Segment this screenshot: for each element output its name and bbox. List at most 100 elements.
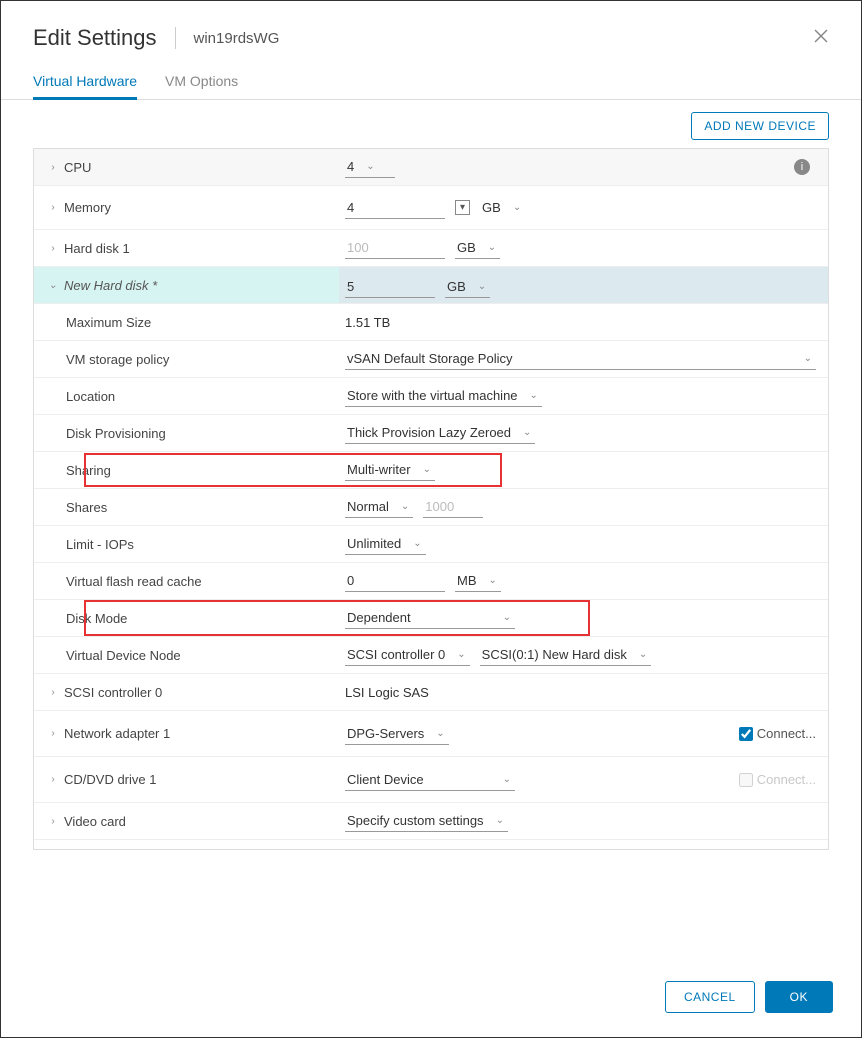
chevron-right-icon[interactable]: › <box>46 687 60 698</box>
shares-label: Shares <box>66 500 107 515</box>
row-sharing: Sharing Multi-writer⌄ <box>34 452 828 489</box>
row-hard-disk-1: › Hard disk 1 GB⌄ <box>34 230 828 267</box>
row-shares: Shares Normal⌄ <box>34 489 828 526</box>
chevron-right-icon[interactable]: › <box>46 162 60 173</box>
limit-select[interactable]: Unlimited⌄ <box>345 533 426 555</box>
chevron-down-icon: ⌄ <box>478 281 486 292</box>
close-icon[interactable] <box>813 28 829 49</box>
add-new-device-button[interactable]: ADD NEW DEVICE <box>691 112 829 140</box>
chevron-right-icon[interactable]: › <box>46 728 60 739</box>
cpu-label: CPU <box>64 160 91 175</box>
row-disk-mode: Disk Mode Dependent⌄ <box>34 600 828 637</box>
vdn-slot-select[interactable]: SCSI(0:1) New Hard disk⌄ <box>480 644 652 666</box>
sharing-select[interactable]: Multi-writer⌄ <box>345 459 435 481</box>
chevron-down-icon: ⌄ <box>513 202 521 213</box>
tab-virtual-hardware[interactable]: Virtual Hardware <box>33 63 137 100</box>
chevron-down-icon: ⌄ <box>366 161 374 172</box>
row-cd-dvd: › CD/DVD drive 1 Client Device⌄ Connect..… <box>34 757 828 803</box>
dialog-footer: CANCEL OK <box>1 963 861 1037</box>
chevron-down-icon: ⌄ <box>523 427 531 438</box>
row-disk-provisioning: Disk Provisioning Thick Provision Lazy Z… <box>34 415 828 452</box>
row-cpu: › CPU 4⌄ i <box>34 149 828 186</box>
row-location: Location Store with the virtual machine⌄ <box>34 378 828 415</box>
hd1-unit-select[interactable]: GB⌄ <box>455 237 500 259</box>
chevron-down-icon: ⌄ <box>457 649 465 660</box>
chevron-right-icon[interactable]: › <box>46 243 60 254</box>
row-flash-cache: Virtual flash read cache MB⌄ <box>34 563 828 600</box>
max-size-value: 1.51 TB <box>345 315 390 330</box>
cancel-button[interactable]: CANCEL <box>665 981 755 1013</box>
tab-vm-options[interactable]: VM Options <box>165 63 238 99</box>
chevron-down-icon: ⌄ <box>496 815 504 826</box>
cpu-select[interactable]: 4⌄ <box>345 156 395 178</box>
header-divider <box>175 27 176 49</box>
info-icon[interactable]: i <box>794 159 810 175</box>
cd-connect-checkbox <box>739 773 753 787</box>
dialog-title: Edit Settings <box>33 25 157 51</box>
chevron-down-icon: ⌄ <box>530 390 538 401</box>
toolbar: ADD NEW DEVICE <box>1 100 861 148</box>
sharing-label: Sharing <box>66 463 111 478</box>
ok-button[interactable]: OK <box>765 981 833 1013</box>
memory-label: Memory <box>64 200 111 215</box>
max-size-label: Maximum Size <box>66 315 151 330</box>
new-hd-label: New Hard disk * <box>64 278 157 293</box>
shares-select[interactable]: Normal⌄ <box>345 496 413 518</box>
row-memory: › Memory ▾ GB⌄ <box>34 186 828 230</box>
row-storage-policy: VM storage policy vSAN Default Storage P… <box>34 341 828 378</box>
new-hd-size-input[interactable] <box>345 276 435 298</box>
hd1-label: Hard disk 1 <box>64 241 130 256</box>
storage-policy-select[interactable]: vSAN Default Storage Policy⌄ <box>345 348 816 370</box>
location-label: Location <box>66 389 115 404</box>
chevron-down-icon: ⌄ <box>503 774 511 785</box>
net-select[interactable]: DPG-Servers⌄ <box>345 723 449 745</box>
net-connect-label: Connect... <box>757 726 816 741</box>
grid-scroll[interactable]: › CPU 4⌄ i › Memory ▾ GB⌄ › Hard disk 1 <box>34 149 828 849</box>
row-network-adapter: ›Network adapter 1 DPG-Servers⌄ Connect.… <box>34 711 828 757</box>
cd-label: CD/DVD drive 1 <box>64 772 156 787</box>
provisioning-label: Disk Provisioning <box>66 426 166 441</box>
scsi-value: LSI Logic SAS <box>345 685 429 700</box>
vdn-label: Virtual Device Node <box>66 648 181 663</box>
memory-unit-select[interactable]: GB⌄ <box>480 197 525 218</box>
cd-select[interactable]: Client Device⌄ <box>345 769 515 791</box>
vm-name: win19rdsWG <box>194 30 280 47</box>
scsi-label: SCSI controller 0 <box>64 685 162 700</box>
location-select[interactable]: Store with the virtual machine⌄ <box>345 385 542 407</box>
hardware-grid: › CPU 4⌄ i › Memory ▾ GB⌄ › Hard disk 1 <box>33 148 829 850</box>
row-max-size: Maximum Size 1.51 TB <box>34 304 828 341</box>
disk-mode-select[interactable]: Dependent⌄ <box>345 607 515 629</box>
video-select[interactable]: Specify custom settings⌄ <box>345 810 508 832</box>
provisioning-select[interactable]: Thick Provision Lazy Zeroed⌄ <box>345 422 535 444</box>
chevron-right-icon[interactable]: › <box>46 774 60 785</box>
new-hd-unit-select[interactable]: GB⌄ <box>445 276 490 298</box>
flash-unit-select[interactable]: MB⌄ <box>455 570 501 592</box>
chevron-down-icon: ⌄ <box>804 353 812 364</box>
net-connect-checkbox[interactable] <box>739 727 753 741</box>
chevron-down-icon[interactable]: ⌄ <box>46 280 60 291</box>
vdn-controller-select[interactable]: SCSI controller 0⌄ <box>345 644 470 666</box>
shares-value-input <box>423 496 483 518</box>
chevron-right-icon[interactable]: › <box>46 202 60 213</box>
tab-bar: Virtual Hardware VM Options <box>1 63 861 100</box>
chevron-right-icon[interactable]: › <box>46 816 60 827</box>
row-scsi-controller: › SCSI controller 0 LSI Logic SAS <box>34 674 828 711</box>
flash-label: Virtual flash read cache <box>66 574 202 589</box>
memory-unit-stepper[interactable]: ▾ <box>455 200 470 215</box>
video-label: Video card <box>64 814 126 829</box>
row-virtual-device-node: Virtual Device Node SCSI controller 0⌄ S… <box>34 637 828 674</box>
row-video-card: › Video card Specify custom settings⌄ <box>34 803 828 840</box>
chevron-down-icon: ⌄ <box>413 538 421 549</box>
chevron-down-icon: ⌄ <box>488 242 496 253</box>
cd-connect-label: Connect... <box>757 772 816 787</box>
dialog-header: Edit Settings win19rdsWG <box>1 1 861 63</box>
disk-mode-label: Disk Mode <box>66 611 127 626</box>
chevron-down-icon: ⌄ <box>489 575 497 586</box>
flash-input[interactable] <box>345 570 445 592</box>
edit-settings-dialog: Edit Settings win19rdsWG Virtual Hardwar… <box>0 0 862 1038</box>
memory-input[interactable] <box>345 197 445 219</box>
chevron-down-icon: ⌄ <box>503 612 511 623</box>
row-limit-iops: Limit - IOPs Unlimited⌄ <box>34 526 828 563</box>
chevron-down-icon: ⌄ <box>401 501 409 512</box>
hd1-size-input[interactable] <box>345 237 445 259</box>
